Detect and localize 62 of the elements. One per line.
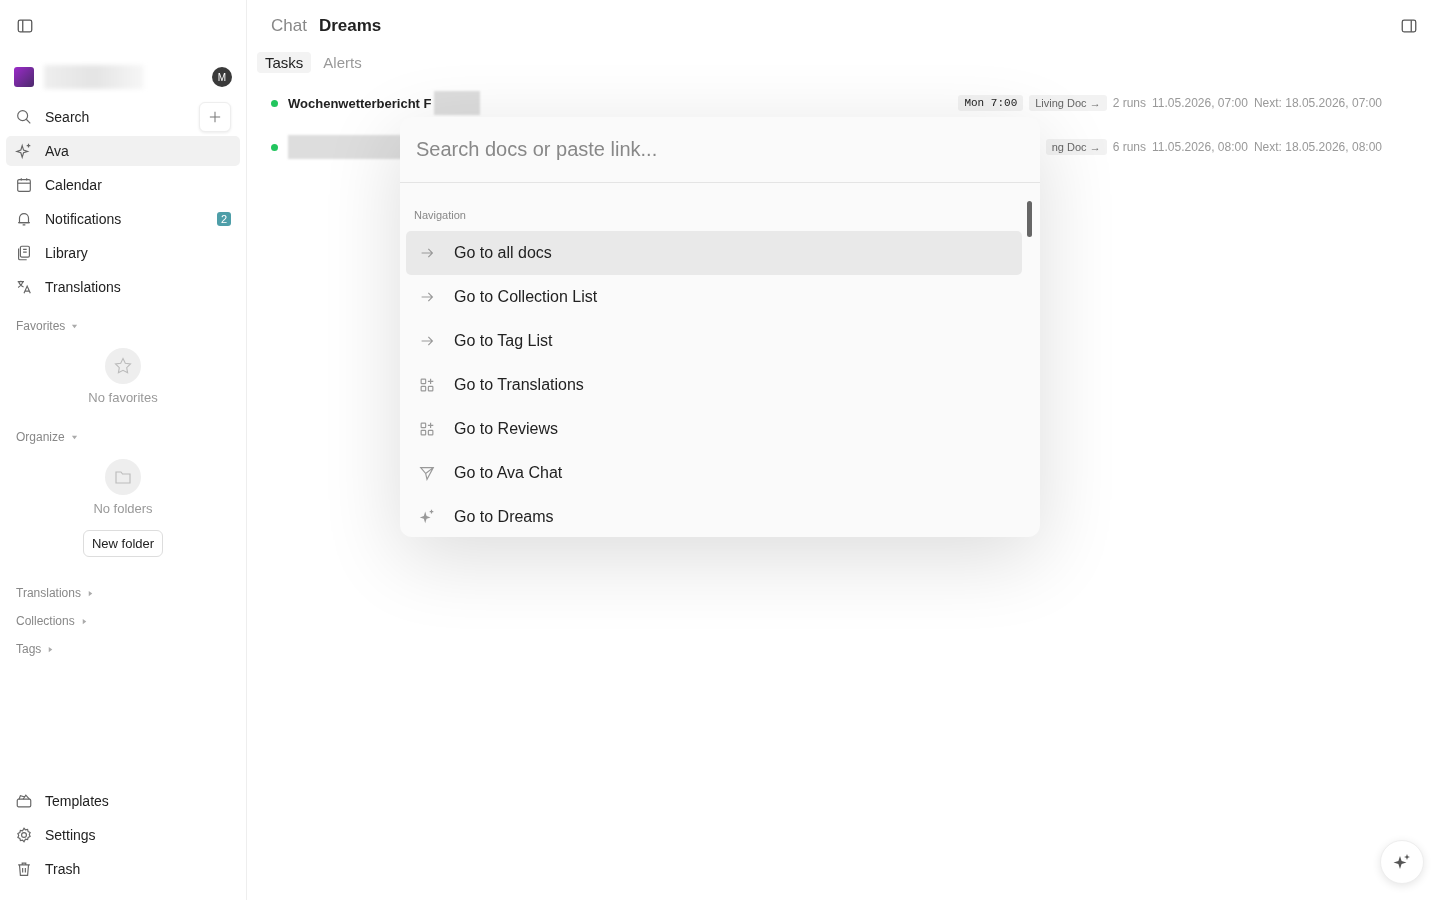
search-icon <box>15 108 33 126</box>
nav-item[interactable]: Search <box>6 102 240 132</box>
breadcrumb-link[interactable]: Chat <box>271 16 307 36</box>
next-run-time: Next: 18.05.2026, 07:00 <box>1253 96 1382 110</box>
grid-plus-icon <box>418 376 436 394</box>
page-title: Dreams <box>318 16 382 36</box>
command-item[interactable]: Go to Reviews <box>406 407 1022 451</box>
sidebar-toggle-icon[interactable] <box>16 17 34 35</box>
documents-icon <box>15 244 33 262</box>
command-item[interactable]: Go to Dreams <box>406 495 1022 537</box>
run-count: 6 runs <box>1112 140 1146 154</box>
send-icon <box>418 464 436 482</box>
doc-link-chip[interactable]: ng Doc → <box>1045 139 1107 155</box>
nav-item[interactable]: Calendar <box>6 170 240 200</box>
tab[interactable]: Tasks <box>257 52 312 73</box>
command-item[interactable]: Go to all docs <box>406 231 1022 275</box>
grid-plus-icon <box>418 420 436 438</box>
section-header[interactable]: Favorites <box>6 312 89 340</box>
user-avatar[interactable]: M <box>212 67 232 87</box>
panel-toggle-icon[interactable] <box>1400 17 1418 35</box>
nav-item[interactable]: Notifications 2 <box>6 204 240 234</box>
nav-item[interactable]: Templates <box>6 786 240 816</box>
nav-item[interactable]: Translations <box>6 272 240 302</box>
count-badge: 2 <box>216 212 231 226</box>
bell-icon <box>15 210 33 228</box>
last-run-time: 11.05.2026, 07:00 <box>1152 96 1248 110</box>
next-run-time: Next: 18.05.2026, 08:00 <box>1253 140 1382 154</box>
plus-icon <box>209 111 221 123</box>
section-header[interactable]: Translations <box>6 579 104 607</box>
schedule-chip: Mon 7:00 <box>958 95 1024 111</box>
command-item[interactable]: Go to Tag List <box>406 319 1022 363</box>
scrollbar[interactable] <box>1027 201 1032 237</box>
workspace-logo[interactable] <box>14 67 34 87</box>
new-folder-button[interactable]: New folder <box>82 530 164 557</box>
section-header[interactable]: Tags <box>6 635 65 663</box>
empty-state-text: No favorites <box>88 390 158 405</box>
last-run-time: 11.05.2026, 08:00 <box>1152 140 1248 154</box>
command-item[interactable]: Go to Translations <box>406 363 1022 407</box>
empty-state-text: No folders <box>93 501 153 516</box>
task-title[interactable]: Wochenwetterbericht F <box>288 95 432 111</box>
doc-link-chip[interactable]: Living Doc → <box>1029 95 1107 111</box>
section-header[interactable]: Collections <box>6 607 98 635</box>
section-header[interactable]: Organize <box>6 423 88 451</box>
command-item[interactable]: Go to Ava Chat <box>406 451 1022 495</box>
nav-item[interactable]: Ava <box>6 136 240 166</box>
blurred-title <box>433 91 480 115</box>
folder-icon <box>105 459 141 495</box>
add-button[interactable] <box>199 102 231 132</box>
sparkle-icon <box>15 142 33 160</box>
search-field[interactable]: Search docs or paste link... <box>400 117 1040 183</box>
nav-item[interactable]: Settings <box>6 820 240 850</box>
translate-icon <box>15 278 33 296</box>
nav-item[interactable]: Trash <box>6 854 240 884</box>
calendar-icon <box>15 176 33 194</box>
trash-icon <box>15 860 33 878</box>
box-icon <box>15 792 33 810</box>
ai-assistant-button[interactable] <box>1380 840 1424 884</box>
settings-icon <box>15 826 33 844</box>
command-item[interactable]: Go to Collection List <box>406 275 1022 319</box>
section-label: Navigation <box>413 208 467 223</box>
run-count: 2 runs <box>1112 96 1146 110</box>
nav-item[interactable]: Library <box>6 238 240 268</box>
